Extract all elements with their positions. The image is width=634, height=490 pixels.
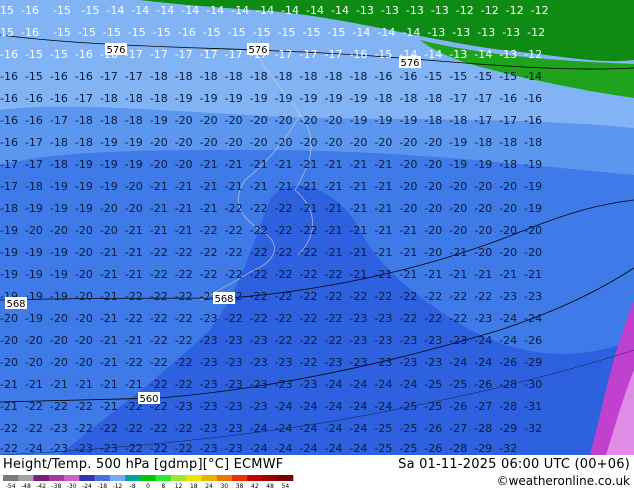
colorbar-swatch [216,475,233,481]
temperature-row: -19 -19 -19 -20 -21 -22 -22 -22 -23 -22 … [0,290,542,303]
temperature-row: -22 -22 -23 -22 -22 -22 -22 -22 -23 -23 … [0,422,542,435]
colorbar-swatch [64,475,80,481]
colorbar-swatch [79,475,95,481]
temperature-row: -22 -24 -23 -23 -23 -22 -22 -22 -23 -23 … [0,442,517,455]
temperature-values: 15 -16 -15 -15 -14 -14 -14 -14 -14 -14 -… [0,4,549,455]
map-canvas: 15 -16 -15 -15 -14 -14 -14 -14 -14 -14 -… [0,0,634,455]
colorbar-swatch [18,475,34,481]
colorbar-swatch [231,475,248,481]
colorbar-label: 18 [190,483,198,489]
colorbar-label: 24 [205,483,213,489]
colorbar-label: -30 [67,483,77,489]
svg-text:560: 560 [139,394,158,405]
colorbar-label: -12 [113,483,123,489]
contour-label: 568 [5,297,27,310]
colorbar-swatch [109,475,126,481]
temperature-row: -17 -17 -18 -19 -19 -19 -20 -20 -21 -21 … [0,158,542,171]
site-credit[interactable]: ©weatheronline.co.uk [497,474,630,488]
colorbar-swatch [262,475,279,481]
contour-label: 568 [213,292,235,305]
colorbar-label: -38 [52,483,62,489]
colorbar-swatch [155,475,172,481]
svg-text:576: 576 [248,45,267,56]
temperature-row: 15 -16 -15 -15 -14 -14 -14 -14 -14 -14 -… [0,4,549,17]
svg-text:576: 576 [106,45,125,56]
weather-map: 15 -16 -15 -15 -14 -14 -14 -14 -14 -14 -… [0,0,634,455]
temperature-row: -21 -21 -21 -21 -21 -21 -22 -22 -23 -23 … [0,378,542,391]
temperature-row: -16 -16 -16 -17 -18 -18 -18 -19 -19 -19 … [0,92,542,105]
map-title: Height/Temp. 500 hPa [gdmp][°C] ECMWF [3,457,284,472]
colorbar-swatch [170,475,187,481]
temperature-row: -19 -19 -19 -20 -21 -21 -22 -22 -22 -22 … [0,246,542,259]
valid-time: Sa 01-11-2025 06:00 UTC (00+06) [398,457,630,472]
colorbar-label: 12 [175,483,183,489]
map-footer: Height/Temp. 500 hPa [gdmp][°C] ECMWF Sa… [0,455,634,490]
colorbar-label: 8 [161,483,165,489]
colorbar-swatch [247,475,263,481]
colorbar-label: -18 [97,483,107,489]
colorbar-label: -54 [6,483,16,489]
contour-label: 560 [138,392,160,405]
colorbar-label: 30 [220,483,228,489]
colorbar-swatch [94,475,111,481]
colorbar-label: 48 [266,483,274,489]
colorbar-swatch [140,475,156,481]
temperature-row: -21 -22 -22 -22 -21 -22 -22 -23 -23 -23 … [0,400,542,413]
temperature-row: -19 -20 -20 -20 -20 -21 -21 -21 -22 -22 … [0,224,542,237]
colorbar-swatch [48,475,65,481]
colorbar-swatch [186,475,202,481]
colorbar-label: 0 [146,483,150,489]
colorbar-label: 42 [251,483,259,489]
colorbar-label: 38 [236,483,244,489]
colorbar-swatch [33,475,50,481]
svg-text:576: 576 [400,58,419,69]
colorbar-label: -48 [21,483,31,489]
colorbar-label: 54 [282,483,290,489]
temperature-row: -16 -17 -18 -18 -19 -19 -20 -20 -20 -20 … [0,136,542,149]
svg-text:568: 568 [214,294,233,305]
svg-text:568: 568 [6,299,25,310]
contour-label: 576 [399,56,421,69]
temperature-row: -20 -20 -20 -20 -21 -22 -22 -22 -23 -23 … [0,356,542,369]
temperature-row: -16 -16 -17 -18 -18 -18 -19 -20 -20 -20 … [0,114,542,127]
temperature-row: -17 -18 -19 -19 -19 -20 -21 -21 -21 -21 … [0,180,542,193]
colorbar-label: -8 [130,483,136,489]
colorbar-label: -24 [82,483,92,489]
temperature-row: -19 -19 -19 -20 -21 -21 -22 -22 -22 -22 … [0,268,542,281]
colorbar-swatch [277,475,294,481]
colorbar-swatch [3,475,19,481]
temperature-row: -20 -19 -20 -20 -21 -22 -22 -22 -23 -22 … [0,312,542,325]
colorbar-label: -42 [36,483,46,489]
temperature-row: 15 -16 -15 -15 -15 -15 -15 -16 -15 -15 -… [0,26,545,39]
colorbar-legend: -54 -48 -42 -38 -30 -24 -18 -12 -8 0 8 12 18 24 30 38 42… [3,475,294,489]
contour-label: 576 [105,43,127,56]
contour-label: 576 [247,43,269,56]
temperature-row: -16 -15 -15 -16 -16 -17 -17 -17 -17 -17 … [0,48,542,61]
temperature-row: -18 -19 -19 -19 -20 -20 -21 -21 -21 -22 … [0,202,542,215]
temperature-row: -16 -15 -16 -16 -17 -17 -18 -18 -18 -18 … [0,70,542,83]
temperature-row: -20 -20 -20 -20 -21 -21 -22 -22 -23 -23 … [0,334,542,347]
colorbar-swatch [201,475,217,481]
colorbar-swatch [125,475,141,481]
